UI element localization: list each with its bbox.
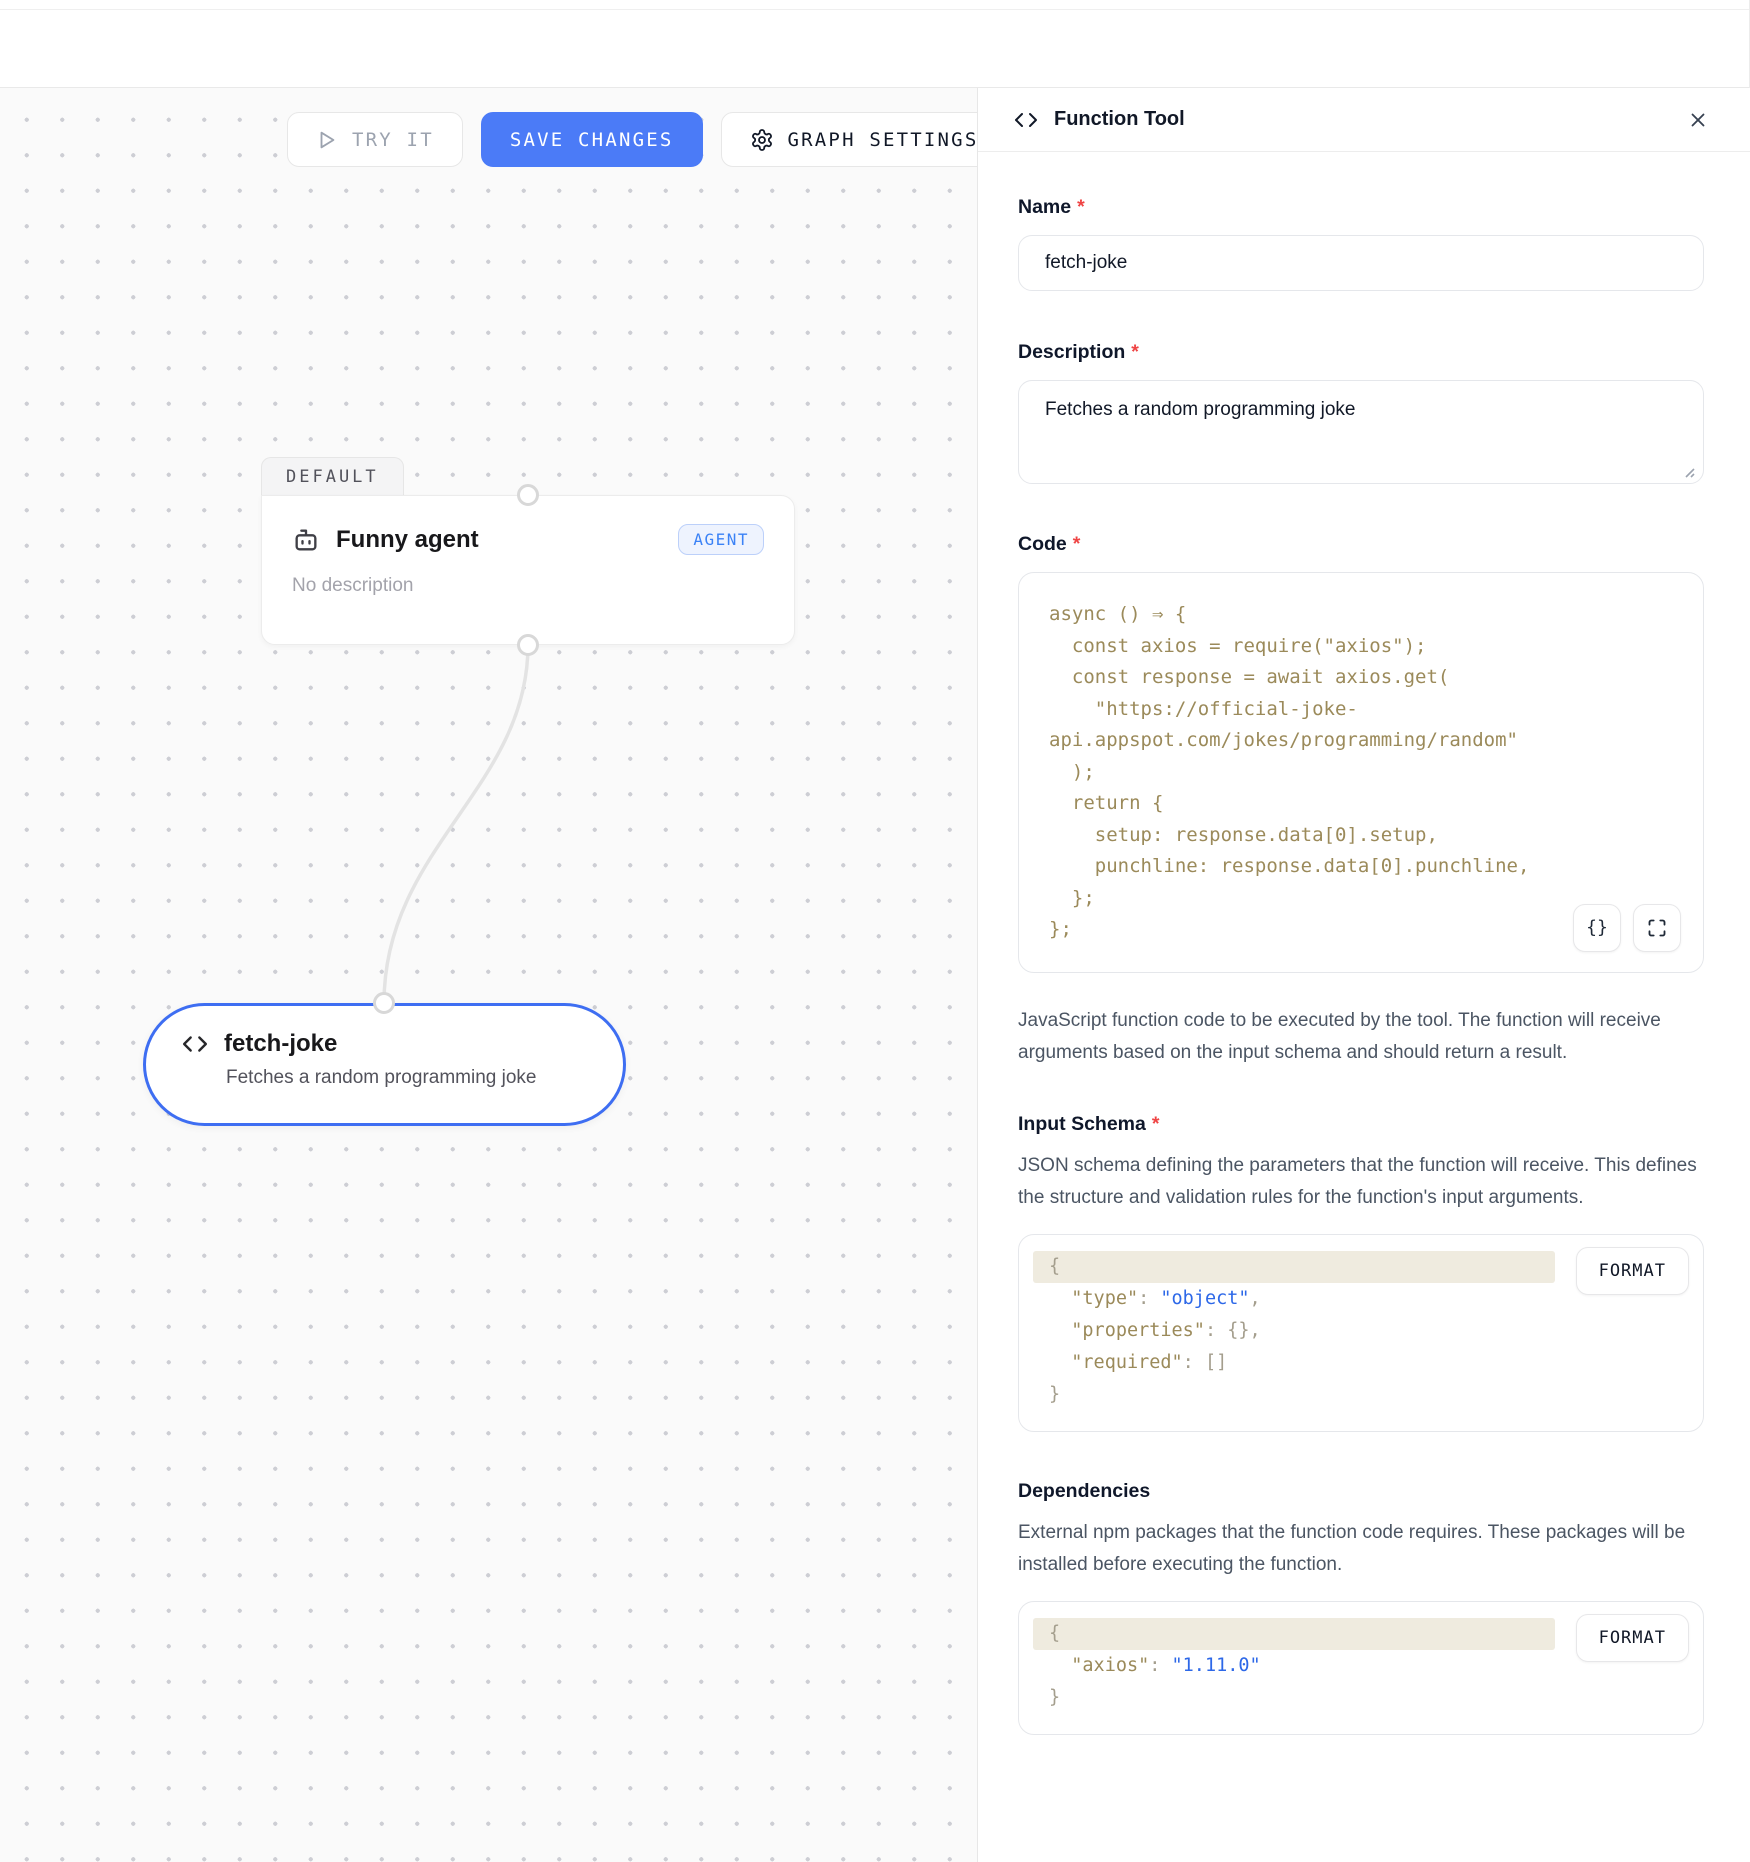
expand-fullscreen-button[interactable]: [1633, 904, 1681, 952]
json-token: :: [1149, 1655, 1171, 1676]
format-braces-button[interactable]: {}: [1573, 904, 1621, 952]
code-icon: [1014, 108, 1038, 132]
json-token: "type": [1049, 1288, 1138, 1309]
input-schema-help-text: JSON schema defining the parameters that…: [1018, 1150, 1704, 1214]
json-token: }: [1049, 1384, 1060, 1405]
dependencies-label: Dependencies: [1018, 1480, 1704, 1503]
input-schema-editor[interactable]: { "type": "object", "properties": {}, "r…: [1018, 1234, 1704, 1432]
json-token: :: [1183, 1352, 1205, 1373]
format-button[interactable]: FORMAT: [1576, 1247, 1689, 1295]
json-line: {: [1033, 1251, 1555, 1283]
required-asterisk: *: [1152, 1113, 1160, 1135]
code-content[interactable]: async () ⇒ { const axios = require("axio…: [1049, 599, 1673, 946]
top-bar: [0, 0, 1749, 88]
json-line: {: [1033, 1618, 1555, 1650]
code-help-text: JavaScript function code to be executed …: [1018, 1005, 1704, 1069]
graph-canvas[interactable]: TRY IT SAVE CHANGES GRAPH SETTINGS DEFAU…: [0, 88, 977, 1862]
json-token: "properties": [1049, 1320, 1205, 1341]
code-line: setup: response.data[0].setup,: [1049, 820, 1673, 852]
dependencies-editor[interactable]: { "axios": "1.11.0"} FORMAT: [1018, 1601, 1704, 1735]
description-label: Description*: [1018, 341, 1704, 364]
json-token: }: [1049, 1687, 1060, 1708]
panel-title: Function Tool: [1054, 108, 1185, 131]
code-line: api.appspot.com/jokes/programming/random…: [1049, 725, 1673, 757]
json-token: "axios": [1049, 1655, 1149, 1676]
panel-body: Name* Description* Fetches a random prog…: [978, 152, 1750, 1795]
name-label: Name*: [1018, 196, 1704, 219]
code-line: punchline: response.data[0].punchline,: [1049, 851, 1673, 883]
required-asterisk: *: [1073, 533, 1081, 555]
json-token: []: [1205, 1352, 1227, 1373]
function-tool-panel: Function Tool Name* Description* Fetches…: [977, 88, 1750, 1862]
edge-agent-to-tool[interactable]: [384, 645, 528, 1003]
code-editor[interactable]: async () ⇒ { const axios = require("axio…: [1018, 572, 1704, 973]
json-token: "object": [1160, 1288, 1249, 1309]
description-textarea-wrap: Fetches a random programming joke: [1018, 380, 1704, 489]
dependencies-help-text: External npm packages that the function …: [1018, 1517, 1704, 1581]
code-line: return {: [1049, 788, 1673, 820]
code-label: Code*: [1018, 533, 1704, 556]
code-line: "https://official-joke-: [1049, 694, 1673, 726]
agent-top-handle[interactable]: [517, 484, 539, 506]
json-token: {: [1049, 1623, 1060, 1644]
json-line: "required": []: [1019, 1347, 1703, 1379]
json-line: "properties": {},: [1019, 1315, 1703, 1347]
required-asterisk: *: [1077, 196, 1085, 218]
code-editor-tools: {}: [1573, 904, 1681, 952]
json-token: "1.11.0": [1172, 1655, 1261, 1676]
format-button[interactable]: FORMAT: [1576, 1614, 1689, 1662]
json-token: {: [1049, 1256, 1060, 1277]
json-line: }: [1019, 1682, 1703, 1714]
json-line: }: [1019, 1379, 1703, 1411]
close-icon: [1687, 109, 1709, 131]
required-asterisk: *: [1131, 341, 1139, 363]
tool-top-handle[interactable]: [373, 992, 395, 1014]
input-schema-label: Input Schema*: [1018, 1113, 1704, 1136]
code-line: const axios = require("axios");: [1049, 631, 1673, 663]
name-input[interactable]: [1018, 235, 1704, 291]
code-line: async () ⇒ {: [1049, 599, 1673, 631]
json-token: :: [1205, 1320, 1227, 1341]
json-token: "required": [1049, 1352, 1183, 1373]
agent-bottom-handle[interactable]: [517, 634, 539, 656]
edge-layer: [0, 88, 977, 1862]
code-line: const response = await axios.get(: [1049, 662, 1673, 694]
maximize-icon: [1647, 918, 1667, 938]
close-panel-button[interactable]: [1682, 104, 1714, 136]
description-textarea[interactable]: Fetches a random programming joke: [1018, 380, 1704, 484]
json-token: ,: [1250, 1288, 1261, 1309]
json-token: :: [1138, 1288, 1160, 1309]
resize-handle-icon[interactable]: [1680, 463, 1696, 479]
top-bar-divider: [0, 9, 1749, 10]
panel-header: Function Tool: [978, 88, 1750, 152]
code-line: );: [1049, 757, 1673, 789]
json-token: {},: [1227, 1320, 1260, 1341]
